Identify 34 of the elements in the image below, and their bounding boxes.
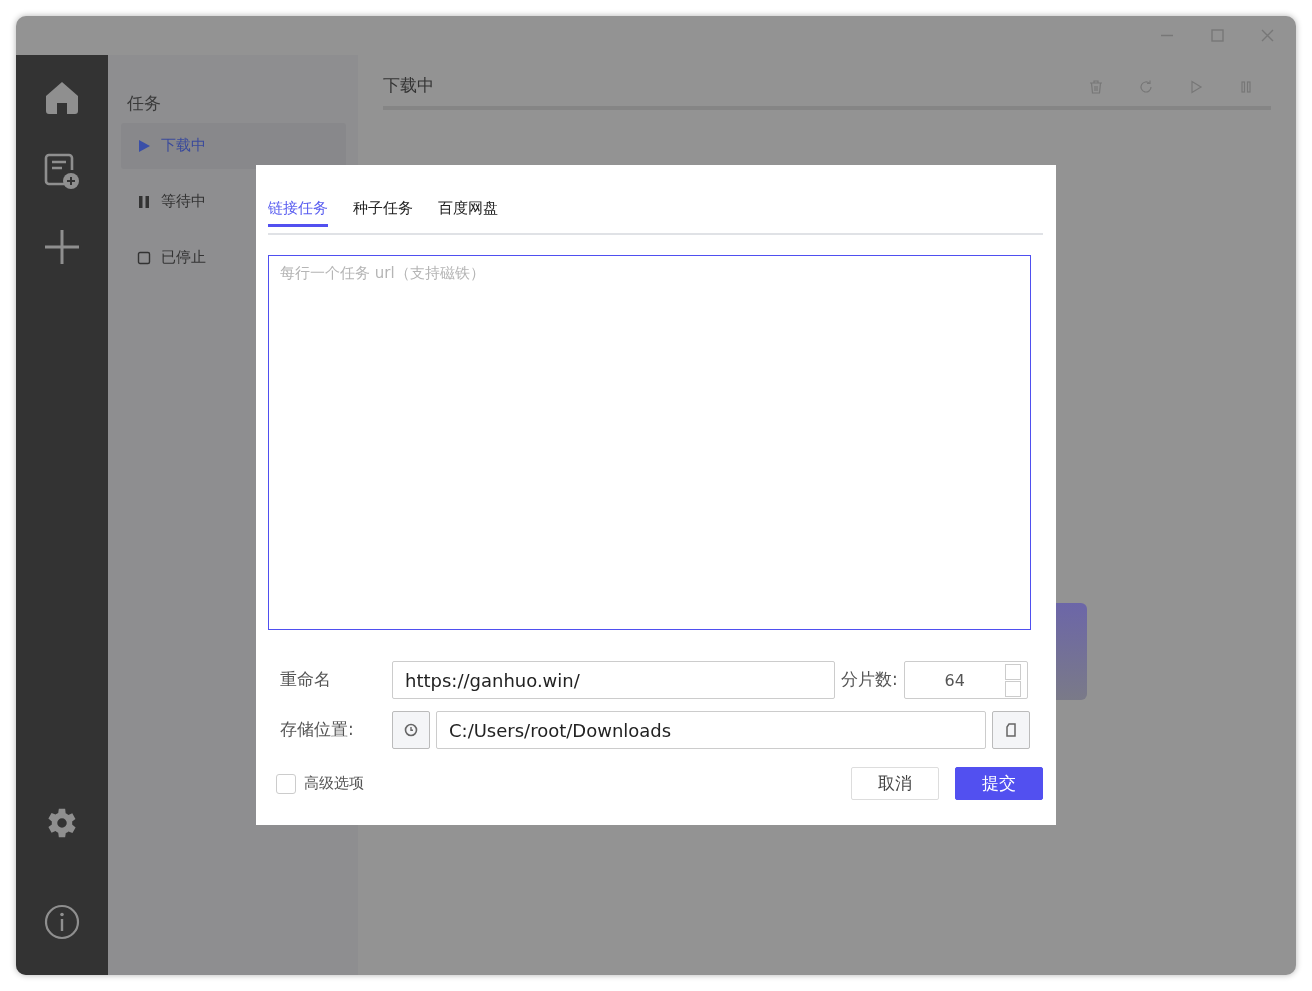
play-icon bbox=[1188, 79, 1204, 95]
maximize-icon bbox=[1209, 28, 1225, 43]
refresh-icon bbox=[1138, 79, 1154, 95]
submit-button[interactable]: 提交 bbox=[955, 767, 1043, 800]
page-title: 下载中 bbox=[383, 74, 434, 97]
dialog-tab[interactable]: 百度网盘 bbox=[438, 185, 498, 227]
play-icon bbox=[137, 138, 151, 153]
pause-icon bbox=[137, 194, 151, 209]
spin-up-icon[interactable] bbox=[1004, 663, 1021, 680]
field-label: 分片数: bbox=[841, 668, 898, 692]
dialog-tab[interactable]: 链接任务 bbox=[268, 185, 328, 227]
close-icon bbox=[1259, 28, 1275, 43]
panel-title: 任务 bbox=[127, 92, 162, 115]
trash-icon bbox=[1088, 79, 1104, 95]
checkbox[interactable] bbox=[276, 773, 296, 794]
storage-path-field[interactable]: C:/Users/root/Downloads bbox=[436, 711, 986, 749]
url-input-field[interactable]: 每行一个任务 url（支持磁铁） bbox=[268, 255, 1031, 630]
field-label: 重命名 bbox=[279, 668, 332, 692]
plus-icon bbox=[44, 228, 80, 265]
checkbox-label: 高级选项 bbox=[304, 773, 364, 795]
pause-icon bbox=[1238, 79, 1254, 95]
document-icon bbox=[1006, 723, 1016, 737]
dialog-tab[interactable]: 种子任务 bbox=[353, 185, 413, 227]
square-icon bbox=[137, 250, 151, 265]
history-button[interactable] bbox=[392, 711, 430, 749]
cancel-button[interactable]: 取消 bbox=[851, 767, 939, 800]
field-label: 存储位置: bbox=[279, 718, 355, 742]
spin-down-icon[interactable] bbox=[1004, 680, 1021, 697]
clock-icon bbox=[404, 723, 418, 737]
document-plus-icon bbox=[43, 152, 81, 191]
rename-input-field[interactable]: https://ganhuo.win/ bbox=[392, 661, 835, 699]
info-icon bbox=[44, 903, 80, 940]
browse-folder-button[interactable] bbox=[992, 711, 1030, 749]
shards-spinbox[interactable]: 64 bbox=[903, 661, 1028, 699]
